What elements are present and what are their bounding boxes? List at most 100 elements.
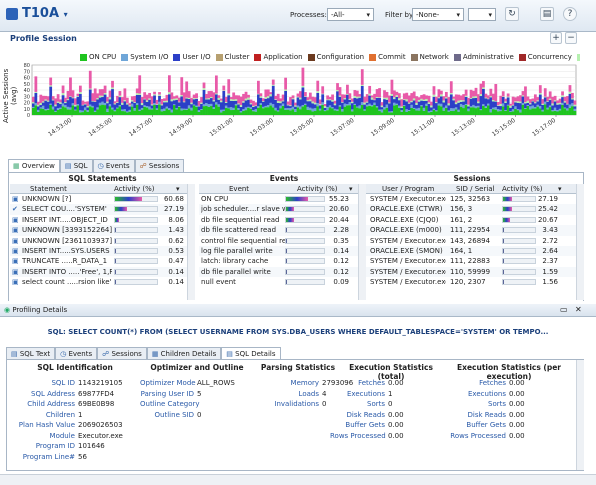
- table-row[interactable]: ▣ INSERT INTO .....'Free', 1,R 0.14: [10, 266, 195, 278]
- chart-bar-segment: [64, 97, 67, 103]
- chart-bar-segment: [494, 107, 498, 110]
- chart-bar-segment: [511, 111, 515, 115]
- table-row[interactable]: ▣ INSERT INT.....OBJECT_ID 8.06: [10, 214, 195, 226]
- chart-bar-segment: [259, 93, 263, 97]
- app-title[interactable]: T10A ▾: [22, 6, 68, 21]
- table-row[interactable]: ▣ UNKNOWN [3393152264] 1.43: [10, 225, 195, 236]
- sql-col-statement[interactable]: Statement: [30, 184, 67, 194]
- table-row[interactable]: null event 0.09: [199, 277, 369, 288]
- sessions-col-activity[interactable]: Activity (%): [502, 184, 543, 194]
- tab-sessions[interactable]: ☍ Sessions: [134, 159, 185, 172]
- chart-bar-segment: [524, 86, 527, 103]
- table-row[interactable]: SYSTEM / Executor.exe 110, 59999 1.59: [368, 266, 576, 278]
- table-row[interactable]: latch: library cache 0.12: [199, 256, 369, 267]
- chart-bar-segment: [538, 106, 542, 109]
- table-row[interactable]: db file scattered read 2.28: [199, 225, 369, 236]
- table-row[interactable]: ▣ TRUNCATE .....R_DATA_1 0.47: [10, 256, 195, 267]
- processes-select[interactable]: -All- ▾: [327, 8, 374, 21]
- row-value: 55.23: [328, 195, 349, 203]
- chart-bar-segment: [160, 104, 164, 106]
- chart-bar-segment: [499, 106, 503, 110]
- apply-filter-icon[interactable]: ↻: [505, 7, 519, 21]
- chart-bar-segment: [383, 99, 386, 108]
- chart-bar-segment: [145, 101, 149, 106]
- table-row[interactable]: SYSTEM / Executor.exe 125, 32563 27.19: [368, 194, 576, 205]
- chart-bar-segment: [239, 110, 243, 113]
- table-row[interactable]: ORACLE.EXE (m000) 111, 22954 3.43: [368, 225, 576, 236]
- help-icon[interactable]: ?: [563, 7, 577, 21]
- table-row[interactable]: ON CPU 55.23: [199, 194, 369, 205]
- view-options-icon[interactable]: ▤: [540, 7, 554, 21]
- chart-bar-segment: [496, 101, 500, 106]
- chart-bar-segment: [150, 108, 154, 110]
- table-row[interactable]: ▣ UNKNOWN [?] 60.68: [10, 194, 195, 205]
- table-row[interactable]: control file sequential read 0.35: [199, 235, 369, 246]
- chart-bar-segment: [378, 97, 381, 98]
- table-row[interactable]: SYSTEM / Executor.exe 143, 26894 2.72: [368, 235, 576, 246]
- profiling-details-tab[interactable]: ◉ Profiling Details: [4, 306, 67, 314]
- sessions-col-user[interactable]: User / Program: [382, 184, 434, 194]
- chart-bar-segment: [363, 109, 367, 111]
- chart-bar-segment: [61, 95, 65, 104]
- sessions-col-menu-icon[interactable]: ▾: [558, 184, 562, 194]
- chart-bar-segment: [385, 91, 389, 98]
- zoom-out-icon[interactable]: −: [565, 32, 577, 44]
- events-col-menu-icon[interactable]: ▾: [349, 184, 353, 194]
- chart-bar-segment: [467, 106, 470, 109]
- sql-scrollbar[interactable]: [187, 184, 195, 300]
- chart-bar-segment: [170, 92, 174, 100]
- table-row[interactable]: log file parallel write 0.14: [199, 245, 369, 257]
- events-col-activity[interactable]: Activity (%): [297, 184, 338, 194]
- tab-sql[interactable]: ▤ SQL: [59, 159, 93, 172]
- close-view-icon[interactable]: ✕: [575, 305, 582, 314]
- chart-bar-segment: [101, 97, 105, 102]
- chart-bar-segment: [116, 108, 119, 115]
- chart-bar-segment: [425, 98, 428, 101]
- detail-value: 0.00: [509, 410, 525, 419]
- chart-bar-segment: [353, 104, 357, 115]
- sql-col-menu-icon[interactable]: ▾: [176, 184, 180, 194]
- chart-bar-segment: [54, 98, 58, 105]
- chart-bar-segment: [501, 96, 505, 104]
- chart-bar-segment: [397, 98, 401, 101]
- chart-bar-segment: [227, 95, 231, 108]
- chart-bar-segment: [548, 98, 552, 101]
- chart-bar-segment: [214, 102, 218, 105]
- filter-value-select[interactable]: ▾: [468, 8, 496, 21]
- chart-bar-segment: [509, 103, 513, 106]
- table-row[interactable]: ▣ UNKNOWN [2361103937] 0.62: [10, 235, 195, 246]
- table-row[interactable]: ▣ INSERT INT.....SYS.USERS 0.53: [10, 245, 195, 257]
- chart-bar-segment: [36, 109, 40, 112]
- chart-bar-segment: [538, 94, 542, 107]
- table-row[interactable]: SYSTEM / Executor.exe 120, 2307 1.56: [368, 277, 576, 288]
- table-row[interactable]: db file parallel write 0.12: [199, 266, 369, 278]
- events-col-event[interactable]: Event: [229, 184, 249, 194]
- chart-bar-segment: [533, 103, 537, 107]
- events-scrollbar[interactable]: [358, 184, 366, 300]
- chart-bar-segment: [76, 104, 80, 106]
- tab-events[interactable]: ◷ Events: [92, 159, 135, 172]
- chart-bar-segment: [108, 90, 112, 98]
- table-row[interactable]: job scheduler....r slave wait 20.60: [199, 204, 369, 215]
- sessions-col-sid[interactable]: SID / Serial: [456, 184, 495, 194]
- chart-bar-segment: [39, 94, 43, 104]
- chart-bar-segment: [125, 104, 129, 112]
- minimize-icon[interactable]: ▭: [560, 305, 568, 314]
- table-row[interactable]: ORACLE.EXE (CTWR) 156, 3 25.42: [368, 204, 576, 215]
- filter-select[interactable]: -None- ▾: [412, 8, 464, 21]
- table-row[interactable]: SYSTEM / Executor.exe 111, 22883 2.37: [368, 256, 576, 267]
- chart-bar-segment: [207, 99, 211, 105]
- chart-bar-segment: [536, 106, 540, 115]
- zoom-in-icon[interactable]: +: [550, 32, 562, 44]
- chart-bar-segment: [365, 94, 369, 102]
- table-row[interactable]: ▣ select count .....rsion like' 0.14: [10, 277, 195, 288]
- sql-col-activity[interactable]: Activity (%): [114, 184, 155, 194]
- tab-overview[interactable]: ▦ Overview: [8, 159, 60, 172]
- table-row[interactable]: ✔ SELECT COU....'SYSTEM' 27.19: [10, 204, 195, 215]
- table-row[interactable]: ORACLE.EXE (SMON) 164, 1 2.64: [368, 245, 576, 257]
- table-row[interactable]: ORACLE.EXE (CJQ0) 161, 2 20.67: [368, 214, 576, 226]
- table-row[interactable]: db file sequential read 20.44: [199, 214, 369, 226]
- statement-icon: ✔: [12, 205, 18, 214]
- sessions-scrollbar[interactable]: [576, 184, 584, 300]
- chart-bar-segment: [103, 102, 107, 106]
